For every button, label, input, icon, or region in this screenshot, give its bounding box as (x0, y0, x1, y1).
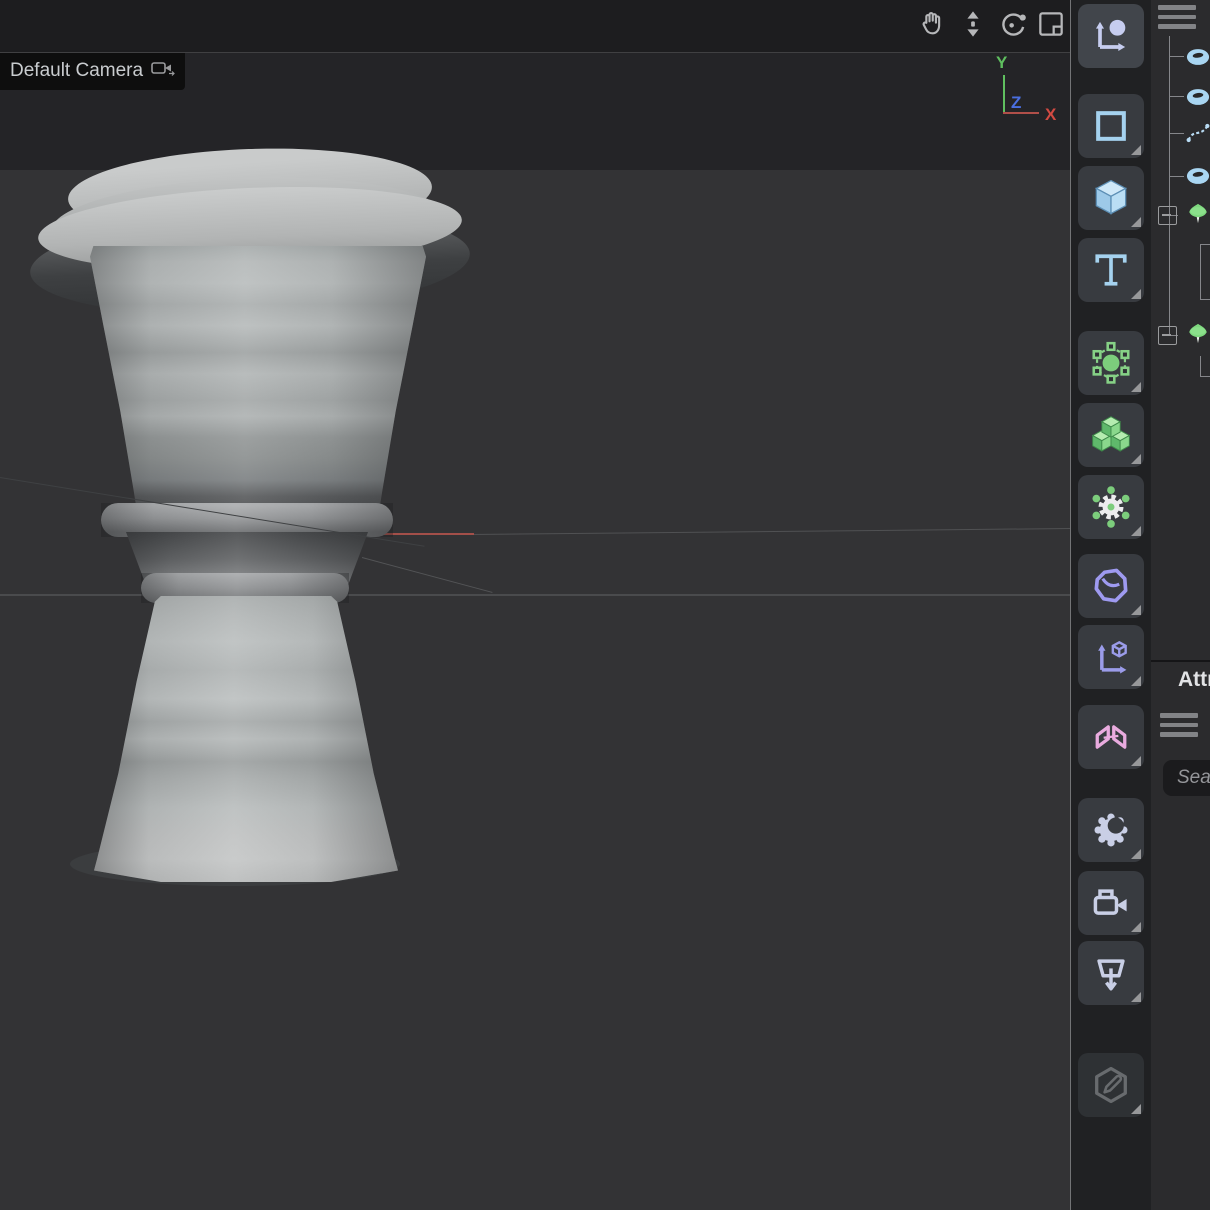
axis-z-label: Z (1011, 93, 1021, 113)
flyout-triangle (1131, 145, 1141, 155)
bend-deformer-icon (1089, 564, 1133, 608)
flyout-triangle (1131, 289, 1141, 299)
flyout-triangle (1131, 382, 1141, 392)
object-manager-menu-button[interactable] (1158, 5, 1196, 34)
stage-floor-icon (1089, 951, 1133, 995)
torus-object-icon[interactable] (1184, 162, 1210, 190)
pencil-hexagon-icon (1089, 1063, 1133, 1107)
tree-child-line (1200, 244, 1210, 245)
pan-view-button[interactable] (915, 8, 951, 44)
flyout-triangle (1131, 992, 1141, 1002)
symmetry-icon (1089, 715, 1133, 759)
tree-branch-line (1169, 176, 1184, 177)
model-upper-bucket (90, 246, 426, 512)
model-lower-skirt (94, 596, 398, 882)
tree-child-line (1200, 299, 1210, 300)
vertical-arrows-icon (957, 8, 989, 45)
subdivision-surface-button[interactable] (1078, 331, 1144, 395)
flyout-triangle (1131, 1104, 1141, 1114)
model-waist-ring-upper (101, 503, 393, 537)
subdivision-surface-icon (1089, 341, 1133, 385)
attributes-search-input[interactable] (1163, 760, 1210, 796)
model-waist-funnel (126, 532, 368, 590)
tree-child-line (1200, 356, 1201, 377)
model-rim (36, 179, 463, 279)
grid-line-right (470, 528, 1070, 535)
grid-diagonal-left (0, 477, 425, 547)
tree-child-line (1200, 376, 1210, 377)
grid-horizon-line (0, 594, 1070, 596)
tree-branch-line (1169, 96, 1184, 97)
flyout-triangle (1131, 526, 1141, 536)
maximize-view-button[interactable] (1033, 8, 1069, 44)
model-cap-step (48, 171, 449, 281)
bend-deformer-button[interactable] (1078, 554, 1144, 618)
3d-viewport[interactable]: Default Camera Y Z X (0, 0, 1070, 1210)
tree-branch-line (1169, 133, 1184, 134)
cube-icon (1089, 176, 1133, 220)
panel-divider (1151, 660, 1210, 662)
tree-collapse-toggle[interactable] (1158, 206, 1177, 225)
flyout-triangle (1131, 454, 1141, 464)
object-manager-panel: Attr (1151, 0, 1210, 1210)
camera-button[interactable] (1078, 871, 1144, 935)
tree-collapse-toggle[interactable] (1158, 326, 1177, 345)
stage-button[interactable] (1078, 941, 1144, 1005)
flyout-triangle (1131, 217, 1141, 227)
axis-y-line (1003, 75, 1005, 113)
primitive-cube-button[interactable] (1078, 166, 1144, 230)
grid-diagonal-right (362, 557, 493, 593)
lathe-object-icon[interactable] (1184, 321, 1210, 349)
rectangle-select-icon (1089, 104, 1133, 148)
flyout-triangle (1131, 676, 1141, 686)
tree-child-line (1200, 244, 1201, 300)
move-tool-button[interactable] (1078, 4, 1144, 68)
light-button[interactable] (1078, 798, 1144, 862)
maximize-view-icon (1035, 8, 1067, 45)
attributes-menu-button[interactable] (1160, 713, 1198, 742)
rectangle-select-button[interactable] (1078, 94, 1144, 158)
axis-cube-icon (1089, 635, 1133, 679)
flyout-triangle (1131, 922, 1141, 932)
camera-icon (1089, 881, 1133, 925)
model-base-shadow (70, 842, 400, 886)
move-icon (1089, 14, 1133, 58)
viewport-toolbar (0, 0, 1070, 53)
axis-y-label: Y (996, 53, 1007, 73)
flyout-triangle (1131, 605, 1141, 615)
annotate-pencil-button[interactable] (1078, 1053, 1144, 1117)
text-tool-icon (1089, 248, 1133, 292)
volume-builder-icon (1089, 413, 1133, 457)
hand-icon (917, 8, 949, 45)
spline-object-icon[interactable] (1184, 119, 1210, 147)
x-axis-red-line (372, 533, 474, 535)
symmetry-button[interactable] (1078, 705, 1144, 769)
tool-palette (1070, 0, 1151, 1210)
torus-object-icon[interactable] (1184, 83, 1210, 111)
lathed-goblet-object (0, 0, 1070, 1210)
lathe-object-icon[interactable] (1184, 201, 1210, 229)
flyout-triangle (1131, 756, 1141, 766)
axis-x-label: X (1045, 105, 1056, 125)
axis-gizmo: Y Z X (985, 53, 1065, 138)
model-waist-ring-lower (141, 573, 349, 603)
camera-select-icon[interactable] (151, 59, 177, 83)
generator-gear-button[interactable] (1078, 475, 1144, 539)
flyout-triangle (1131, 849, 1141, 859)
model-rim-underside (28, 202, 472, 323)
orbit-rotate-icon (997, 8, 1029, 45)
orbit-view-button[interactable] (995, 8, 1031, 44)
volume-builder-button[interactable] (1078, 403, 1144, 467)
axis-transform-button[interactable] (1078, 625, 1144, 689)
camera-label-text: Default Camera (10, 60, 143, 82)
gear-nodes-icon (1089, 485, 1133, 529)
attributes-panel-title: Attr (1178, 668, 1210, 692)
sun-moon-light-icon (1089, 808, 1133, 852)
tree-trunk-line (1169, 36, 1170, 336)
dolly-zoom-button[interactable] (955, 8, 991, 44)
tree-branch-line (1169, 56, 1184, 57)
text-spline-button[interactable] (1078, 238, 1144, 302)
camera-label[interactable]: Default Camera (0, 53, 185, 90)
torus-object-icon[interactable] (1184, 43, 1210, 71)
